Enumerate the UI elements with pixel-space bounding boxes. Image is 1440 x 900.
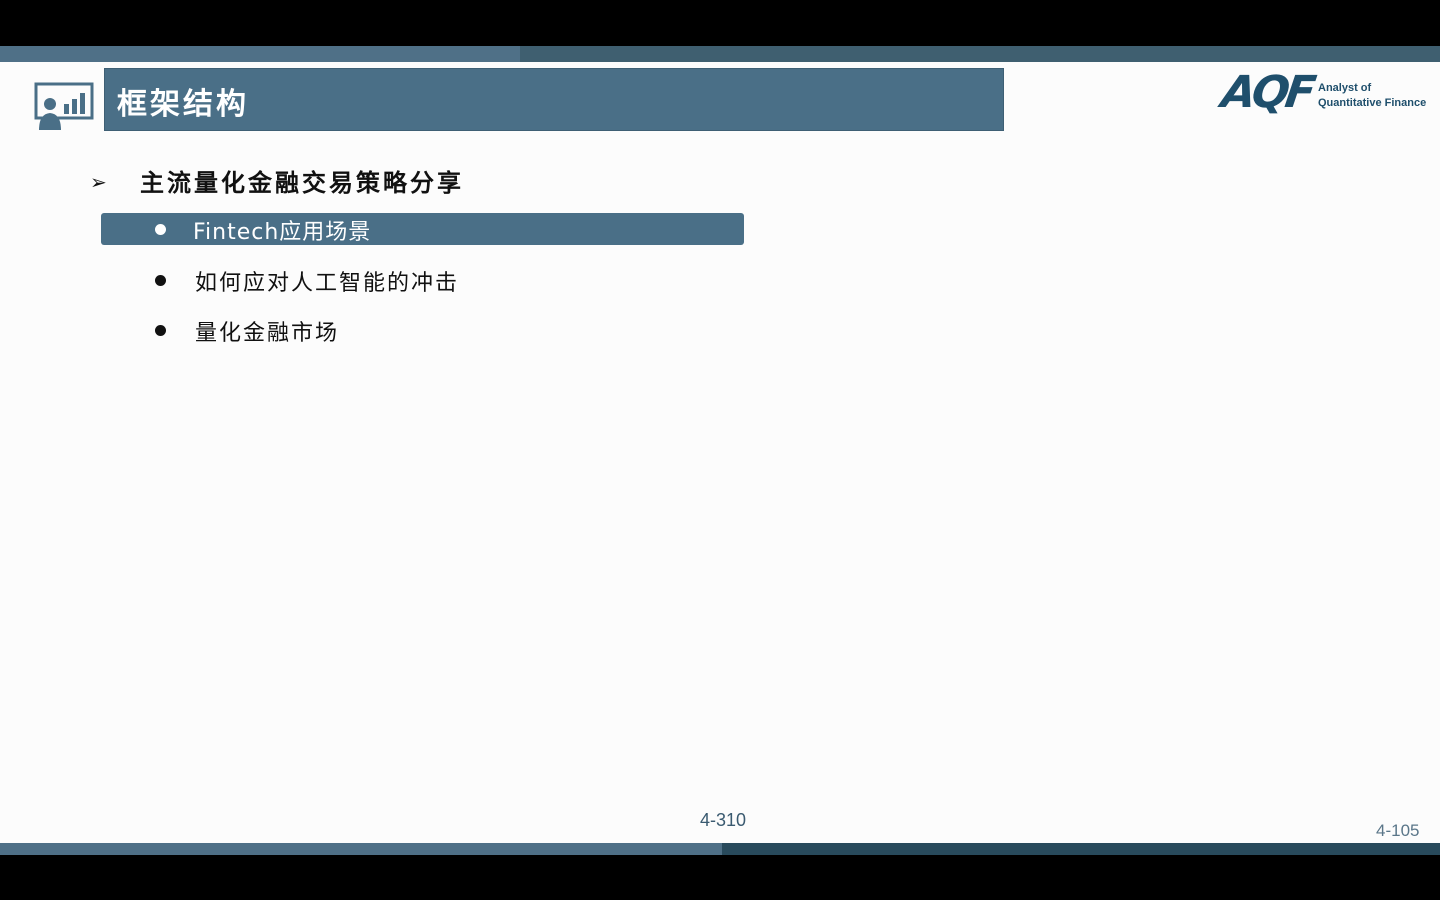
bullet-icon	[155, 325, 166, 336]
title-bar: 框架结构	[104, 68, 1004, 131]
aqf-logo: AQF Analyst of Quantitative Finance	[1218, 67, 1432, 120]
logo-mark: AQF	[1218, 67, 1316, 118]
arrow-bullet-icon: ➢	[90, 170, 107, 194]
bullet-icon	[155, 224, 166, 235]
bullet-icon	[155, 275, 166, 286]
presentation-icon	[34, 82, 94, 130]
list-item-label: 量化金融市场	[195, 321, 340, 346]
section-title: 主流量化金融交易策略分享	[140, 168, 464, 197]
page-number-center: 4-310	[700, 810, 747, 830]
logo-line-1: Analyst of	[1318, 82, 1372, 94]
list-item-label: Fintech应用场景	[193, 220, 372, 245]
bottom-stripe	[0, 843, 1440, 855]
slide: 框架结构 AQF Analyst of Quantitative Finance…	[0, 46, 1440, 855]
logo-line-2: Quantitative Finance	[1318, 97, 1427, 109]
page-number-right: 4-105	[1376, 821, 1420, 840]
page-title: 框架结构	[117, 87, 249, 122]
top-stripe	[0, 46, 1440, 62]
list-item-label: 如何应对人工智能的冲击	[195, 271, 460, 296]
